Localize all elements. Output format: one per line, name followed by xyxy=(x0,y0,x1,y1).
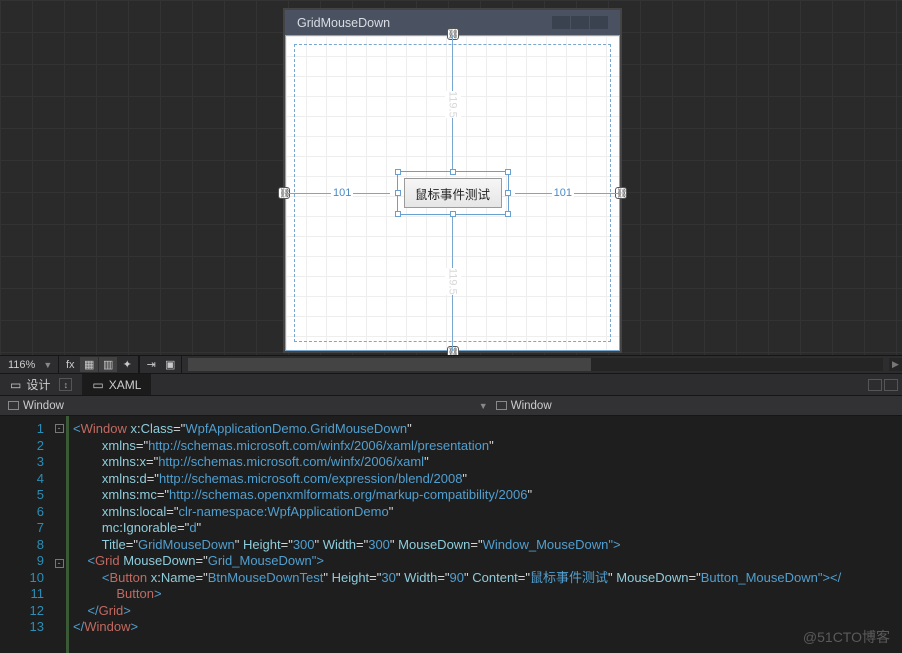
split-tab-bar: ▭ 设计 ↕ ▭ XAML xyxy=(0,374,902,396)
min-icon xyxy=(552,16,570,29)
line-number-gutter: 123 456 789 101112 13 xyxy=(0,416,52,653)
code-content[interactable]: <Window x:Class="WpfApplicationDemo.Grid… xyxy=(66,416,902,653)
margin-value-right: 101 xyxy=(552,187,574,199)
swap-panes-icon[interactable]: ↕ xyxy=(59,378,72,391)
watermark: @51CTO博客 xyxy=(803,627,890,647)
effects-toggle[interactable]: fx xyxy=(61,357,79,372)
tab-xaml[interactable]: ▭ XAML xyxy=(82,374,151,395)
breadcrumb-dropdown-icon[interactable]: ▼ xyxy=(479,401,488,411)
design-button[interactable]: 鼠标事件测试 xyxy=(404,178,502,208)
tab-xaml-label: XAML xyxy=(109,378,142,392)
tab-design-label: 设计 xyxy=(26,376,50,393)
window-caption-buttons xyxy=(552,16,608,29)
breadcrumb-left-label: Window xyxy=(23,400,64,412)
grid-toggle-icon[interactable]: ▦ xyxy=(80,357,98,372)
breadcrumb-right-label: Window xyxy=(511,400,552,412)
close-icon xyxy=(590,16,608,29)
horizontal-scrollbar[interactable] xyxy=(188,358,883,371)
fold-toggle-icon[interactable]: - xyxy=(55,559,64,568)
breadcrumb-right[interactable]: Window xyxy=(488,400,560,412)
scrollbar-thumb[interactable] xyxy=(188,358,591,371)
fold-gutter[interactable]: - - xyxy=(52,416,66,653)
design-icon: ▭ xyxy=(10,378,21,392)
design-client-area[interactable]: ⛓ ⛓ ⛓ ⛓ 119.5 119.5 101 101 鼠标事件测试 xyxy=(285,35,620,351)
snap-toggle-icon[interactable]: ▥ xyxy=(99,357,117,372)
zoom-dropdown-icon[interactable]: ▼ xyxy=(43,360,52,370)
breadcrumb-left[interactable]: Window xyxy=(0,400,72,412)
snaplines-toggle-icon[interactable]: ✦ xyxy=(118,357,136,372)
max-icon xyxy=(571,16,589,29)
split-vertical-icon[interactable] xyxy=(868,379,882,391)
design-window-title: GridMouseDown xyxy=(297,16,390,30)
lock-toggle-icon[interactable]: ⇥ xyxy=(142,357,160,372)
split-horizontal-icon[interactable] xyxy=(884,379,898,391)
design-window[interactable]: GridMouseDown ⛓ ⛓ ⛓ ⛓ 119.5 119.5 101 10… xyxy=(283,8,622,353)
fold-toggle-icon[interactable]: - xyxy=(55,424,64,433)
designer-toolbar: 116% ▼ fx ▦ ▥ ✦ ⇥ ▣ ▶ xyxy=(0,355,902,374)
designer-surface[interactable]: GridMouseDown ⛓ ⛓ ⛓ ⛓ 119.5 119.5 101 10… xyxy=(0,0,902,355)
zoom-level[interactable]: 116% xyxy=(0,359,43,371)
element-icon xyxy=(496,401,507,410)
xaml-breadcrumb: Window ▼ Window xyxy=(0,396,902,416)
design-button-label: 鼠标事件测试 xyxy=(415,184,490,203)
scroll-right-icon[interactable]: ▶ xyxy=(889,358,902,371)
element-icon xyxy=(8,401,19,410)
xaml-icon: ▭ xyxy=(92,378,103,392)
xaml-editor[interactable]: 123 456 789 101112 13 - - <Window x:Clas… xyxy=(0,416,902,653)
margin-value-bottom: 119.5 xyxy=(445,268,461,295)
margin-value-left: 101 xyxy=(331,187,353,199)
code-behind-icon[interactable]: ▣ xyxy=(161,357,179,372)
margin-value-top: 119.5 xyxy=(445,91,461,118)
tab-design[interactable]: ▭ 设计 ↕ xyxy=(0,374,82,395)
